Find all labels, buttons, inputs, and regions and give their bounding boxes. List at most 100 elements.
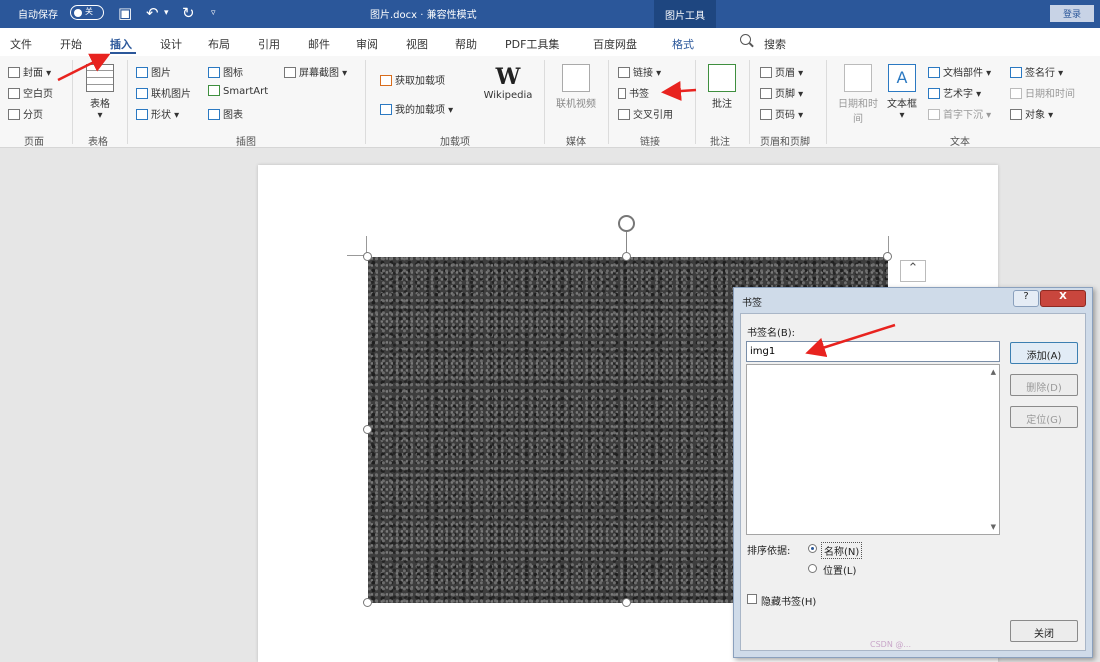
chart-button[interactable]: 图表 xyxy=(208,106,243,121)
group-label-comments: 批注 xyxy=(710,137,730,148)
header-button[interactable]: 页眉 ▾ xyxy=(760,64,803,79)
customize-toolbar-icon[interactable]: ▿ xyxy=(211,8,216,18)
shapes-button[interactable]: 形状 ▾ xyxy=(136,106,179,121)
bookmark-list[interactable]: ▲ ▼ xyxy=(746,364,1000,535)
resize-handle[interactable] xyxy=(883,252,892,261)
date-time-small-button[interactable]: 日期和时间 xyxy=(1010,85,1075,100)
goto-button[interactable]: 定位(G) xyxy=(1010,406,1078,428)
tab-layout[interactable]: 布局 xyxy=(208,36,230,52)
page-break-button[interactable]: 分页 xyxy=(8,106,43,121)
group-label-table: 表格 xyxy=(88,137,108,148)
wordart-icon xyxy=(928,88,940,99)
resize-handle[interactable] xyxy=(363,425,372,434)
link-button[interactable]: 链接 ▾ xyxy=(618,64,661,79)
resize-handle[interactable] xyxy=(622,598,631,607)
dialog-close-button[interactable]: X xyxy=(1040,290,1086,307)
resize-handle[interactable] xyxy=(363,252,372,261)
document-title: 图片.docx · 兼容性模式 xyxy=(370,10,477,21)
picture-button[interactable]: 图片 xyxy=(136,64,171,79)
sort-location-radio[interactable] xyxy=(808,564,817,573)
bookmark-name-input[interactable] xyxy=(746,341,1000,362)
footer-button[interactable]: 页脚 ▾ xyxy=(760,85,803,100)
bookmark-button[interactable]: 书签 xyxy=(618,85,649,100)
help-button[interactable]: ? xyxy=(1013,290,1039,307)
signin-button[interactable]: 登录 xyxy=(1050,5,1094,22)
title-bar: 自动保存 关 ▣ ↶ ▾ ↻ ▿ 图片.docx · 兼容性模式 图片工具 登录 xyxy=(0,0,1100,28)
close-button[interactable]: 关闭 xyxy=(1010,620,1078,642)
delete-button[interactable]: 删除(D) xyxy=(1010,374,1078,396)
blank-page-button[interactable]: 空白页 xyxy=(8,85,53,100)
cover-page-button[interactable]: 封面 ▾ xyxy=(8,64,51,79)
ribbon-separator xyxy=(826,60,827,144)
undo-dropdown-icon[interactable]: ▾ xyxy=(164,8,169,18)
ribbon-tabs: 文件 开始 插入 设计 布局 引用 邮件 审阅 视图 帮助 PDF工具集 百度网… xyxy=(0,28,1100,56)
icons-button[interactable]: 图标 xyxy=(208,64,243,79)
search-label[interactable]: 搜索 xyxy=(764,36,786,52)
object-button[interactable]: 对象 ▾ xyxy=(1010,106,1053,121)
layout-options-icon[interactable]: ⌃ xyxy=(900,260,926,282)
tab-review[interactable]: 审阅 xyxy=(356,36,378,52)
resize-handle[interactable] xyxy=(363,598,372,607)
quick-parts-button[interactable]: 文档部件 ▾ xyxy=(928,64,991,79)
video-icon xyxy=(562,64,590,92)
rotate-handle-icon[interactable] xyxy=(618,215,635,232)
tab-design[interactable]: 设计 xyxy=(160,36,182,52)
cross-reference-button[interactable]: 交叉引用 xyxy=(618,106,673,121)
save-icon[interactable]: ▣ xyxy=(118,4,132,22)
drop-cap-button[interactable]: 首字下沉 ▾ xyxy=(928,106,991,121)
bookmark-icon xyxy=(618,88,626,99)
autosave-toggle[interactable]: 关 xyxy=(70,5,104,20)
date-time-button[interactable]: 日期和时间 xyxy=(836,64,880,125)
cross-reference-icon xyxy=(618,109,630,120)
redo-icon[interactable]: ↻ xyxy=(182,4,195,22)
quick-parts-icon xyxy=(928,67,940,78)
sort-location-label[interactable]: 位置(L) xyxy=(823,562,856,577)
shapes-icon xyxy=(136,109,148,120)
sort-by-label: 排序依据: xyxy=(747,546,791,557)
signature-line-button[interactable]: 签名行 ▾ xyxy=(1010,64,1063,79)
smartart-button[interactable]: SmartArt xyxy=(208,85,268,97)
calendar-icon xyxy=(844,64,872,92)
search-icon[interactable] xyxy=(740,34,751,45)
header-icon xyxy=(760,67,772,78)
page-break-icon xyxy=(8,109,20,120)
tab-references[interactable]: 引用 xyxy=(258,36,280,52)
table-icon xyxy=(86,64,114,92)
tab-file[interactable]: 文件 xyxy=(10,36,32,52)
undo-icon[interactable]: ↶ xyxy=(146,4,159,22)
tab-mailings[interactable]: 邮件 xyxy=(308,36,330,52)
my-addins-button[interactable]: 我的加载项 ▾ xyxy=(380,101,453,116)
icons-icon xyxy=(208,67,220,78)
new-comment-button[interactable]: 批注 xyxy=(703,64,741,110)
online-video-button[interactable]: 联机视频 xyxy=(550,64,602,110)
online-picture-button[interactable]: 联机图片 xyxy=(136,85,191,100)
tab-help[interactable]: 帮助 xyxy=(455,36,477,52)
resize-handle[interactable] xyxy=(622,252,631,261)
wordart-button[interactable]: 艺术字 ▾ xyxy=(928,85,981,100)
sort-name-radio[interactable] xyxy=(808,544,817,553)
hidden-bookmarks-label[interactable]: 隐藏书签(H) xyxy=(761,593,816,608)
tab-insert[interactable]: 插入 xyxy=(110,36,132,52)
tab-format[interactable]: 格式 xyxy=(672,36,694,52)
add-button[interactable]: 添加(A) xyxy=(1010,342,1078,364)
tab-pdf-tools[interactable]: PDF工具集 xyxy=(505,36,559,52)
picture-tools-context: 图片工具 xyxy=(654,0,716,28)
date-time-icon xyxy=(1010,88,1022,99)
text-box-button[interactable]: A 文本框 ▾ xyxy=(882,64,922,121)
dialog-body: 书签名(B): ▲ ▼ 添加(A) 删除(D) 定位(G) 排序依据: 名称(N… xyxy=(740,313,1086,651)
bookmark-name-label: 书签名(B): xyxy=(747,328,796,339)
page-number-button[interactable]: 页码 ▾ xyxy=(760,106,803,121)
get-addins-button[interactable]: 获取加载项 xyxy=(380,72,445,87)
tab-view[interactable]: 视图 xyxy=(406,36,428,52)
scroll-up-icon[interactable]: ▲ xyxy=(991,368,996,376)
tab-baidu-netdisk[interactable]: 百度网盘 xyxy=(593,36,637,52)
sort-name-label[interactable]: 名称(N) xyxy=(821,542,863,559)
screenshot-button[interactable]: 屏幕截图 ▾ xyxy=(284,64,347,79)
ribbon-separator xyxy=(72,60,73,144)
tab-home[interactable]: 开始 xyxy=(60,36,82,52)
screenshot-icon xyxy=(284,67,296,78)
hidden-bookmarks-checkbox[interactable] xyxy=(747,594,757,604)
table-button[interactable]: 表格 ▾ xyxy=(80,64,120,121)
wikipedia-button[interactable]: W Wikipedia xyxy=(478,64,538,101)
scroll-down-icon[interactable]: ▼ xyxy=(991,523,996,531)
